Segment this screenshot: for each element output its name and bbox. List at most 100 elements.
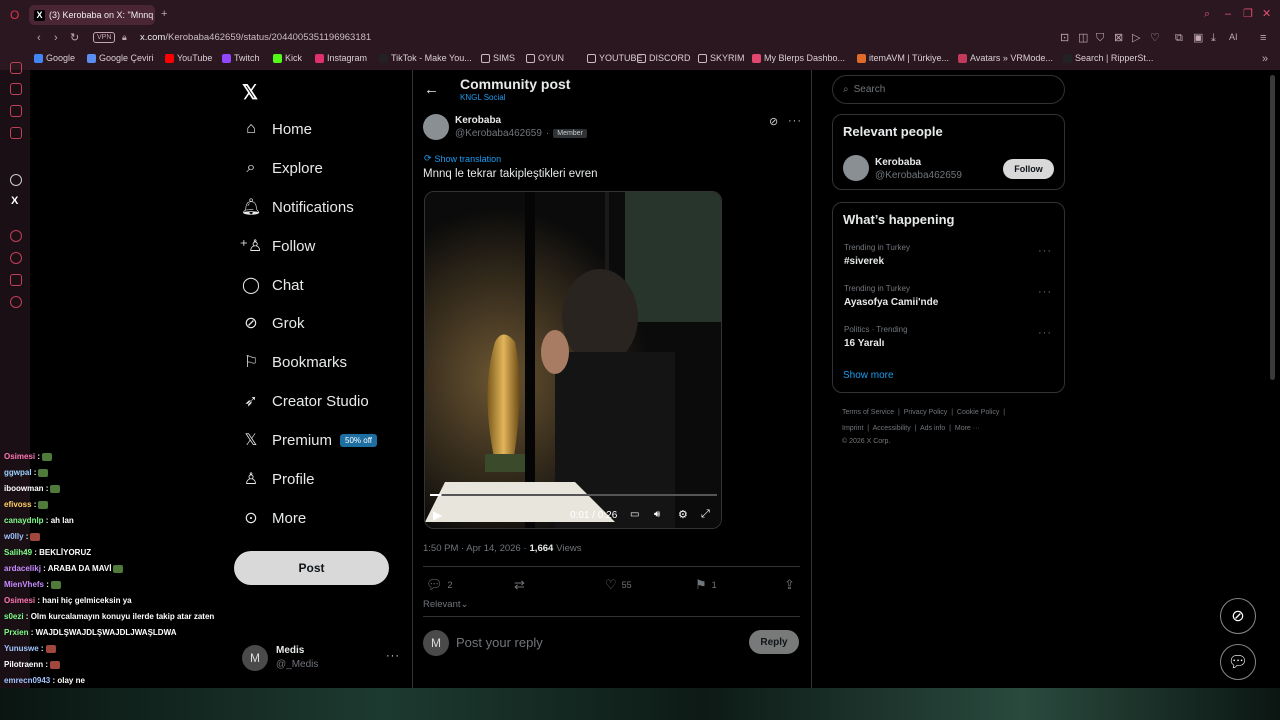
post-timestamp[interactable]: 1:50 PM · Apr 14, 2026 ·: [423, 543, 527, 554]
minimize-icon[interactable]: –: [1225, 9, 1231, 20]
video-player[interactable]: ▶ 0:01 / 0:26 ▭ 🔊︎ ⚙ ⤢: [424, 191, 722, 529]
opera-logo-icon[interactable]: O: [10, 9, 19, 21]
x-logo-icon[interactable]: 𝕏: [242, 80, 258, 105]
sidebar-app-icon[interactable]: [10, 127, 22, 139]
bookmark-item[interactable]: Search | RipperSt...: [1063, 53, 1153, 63]
avatar[interactable]: M: [242, 645, 268, 671]
bookmark-action[interactable]: ⚑ 1: [695, 577, 717, 593]
show-translation-link[interactable]: ⟳ Show translation: [424, 153, 501, 164]
nav-item-creator-studio[interactable]: ➶ Creator Studio: [242, 389, 368, 413]
video-progress-fill[interactable]: [430, 494, 442, 496]
share-action[interactable]: ⇪: [784, 577, 795, 593]
post-more-icon[interactable]: ···: [788, 115, 802, 127]
settings-icon[interactable]: [10, 296, 22, 308]
footer-more-link[interactable]: More ···: [955, 425, 980, 432]
url-field[interactable]: x.com/Kerobaba462659/status/204400535119…: [140, 32, 371, 43]
page-scrollbar[interactable]: [1270, 75, 1275, 380]
chatgpt-icon[interactable]: [10, 174, 22, 186]
nav-item-notifications[interactable]: 🔔︎ Notifications: [241, 195, 354, 219]
like-action[interactable]: ♡ 55: [605, 577, 632, 593]
reply-input[interactable]: Post your reply: [456, 635, 543, 650]
bookmark-item[interactable]: YouTube: [165, 53, 212, 63]
search-input[interactable]: Search: [854, 84, 886, 95]
bookmark-item[interactable]: Google: [34, 53, 75, 63]
bookmark-item[interactable]: Avatars » VRMode...: [958, 53, 1053, 63]
trend-item[interactable]: Trending in Turkey Ayasofya Camii'nde: [844, 284, 938, 308]
post-button[interactable]: Post: [234, 551, 389, 585]
author-handle[interactable]: @Kerobaba462659: [455, 128, 542, 139]
bookmark-item[interactable]: itemAVM | Türkiye...: [857, 53, 949, 63]
extension-icon[interactable]: ⊡: [1060, 33, 1069, 44]
nav-item-more[interactable]: ⊙ More: [242, 506, 306, 530]
bookmark-item[interactable]: SKYRIM: [698, 53, 745, 63]
new-tab-icon[interactable]: +: [161, 9, 167, 20]
author-name[interactable]: Kerobaba: [455, 115, 501, 126]
wallet-icon[interactable]: ▣: [1193, 33, 1203, 44]
account-more-icon[interactable]: ···: [386, 650, 400, 662]
bookmarks-overflow-icon[interactable]: »: [1262, 54, 1268, 65]
nav-item-grok[interactable]: ⊘ Grok: [242, 311, 304, 335]
search-bar[interactable]: ⌕ Search: [832, 75, 1065, 104]
bookmark-item[interactable]: YOUTUBE: [587, 53, 643, 63]
bookmark-item[interactable]: Google Çeviri: [87, 53, 154, 63]
shield-icon[interactable]: ⛉: [1096, 33, 1104, 44]
nav-item-explore[interactable]: ⌕ Explore: [242, 156, 323, 180]
terms-link[interactable]: Terms of Service: [842, 409, 894, 416]
bookmark-item[interactable]: Kick: [273, 53, 302, 63]
sidebar-app-icon[interactable]: [10, 83, 22, 95]
cookie-link[interactable]: Cookie Policy: [957, 409, 999, 416]
history-icon[interactable]: [10, 252, 22, 264]
bookmark-item[interactable]: DISCORD: [637, 53, 691, 63]
sidebar-app-icon[interactable]: [10, 274, 22, 286]
screenshot-icon[interactable]: ⊠: [1114, 33, 1123, 44]
sidebar-app-icon[interactable]: [10, 105, 22, 117]
accessibility-link[interactable]: Accessibility: [873, 425, 911, 432]
chat-float-button[interactable]: 💬︎: [1220, 644, 1256, 680]
volume-icon[interactable]: 🔊︎: [654, 509, 660, 520]
play-icon[interactable]: ▶: [433, 508, 442, 522]
bookmark-item[interactable]: TikTok - Make You...: [379, 53, 472, 63]
privacy-link[interactable]: Privacy Policy: [904, 409, 948, 416]
trend-item[interactable]: Trending in Turkey #siverek: [844, 243, 910, 267]
puzzle-icon[interactable]: ⧉: [1175, 33, 1183, 44]
browser-tab[interactable]: X (3) Kerobaba on X: "Mnnq: [29, 5, 155, 25]
show-more-link[interactable]: Show more: [843, 370, 894, 381]
author-avatar[interactable]: [423, 114, 449, 140]
vpn-badge[interactable]: VPN: [93, 32, 116, 43]
play-icon[interactable]: ▷: [1132, 33, 1140, 44]
reply-sort-dropdown[interactable]: Relevant⌄: [423, 599, 468, 610]
trend-item[interactable]: Politics · Trending 16 Yaralı: [844, 325, 908, 349]
close-icon[interactable]: ✕: [1262, 9, 1271, 20]
trend-more-icon[interactable]: ···: [1038, 327, 1052, 339]
forward-icon[interactable]: ›: [54, 33, 58, 44]
grok-icon[interactable]: ⊘: [769, 115, 778, 128]
sidebar-app-icon[interactable]: [10, 62, 22, 74]
captions-icon[interactable]: ▭: [630, 509, 639, 520]
heart-icon[interactable]: ♡: [1150, 33, 1160, 44]
community-name[interactable]: KNGL Social: [460, 93, 506, 102]
nav-item-profile[interactable]: ♙ Profile: [242, 467, 315, 491]
person-name[interactable]: Kerobaba: [875, 157, 921, 168]
maximize-icon[interactable]: ❐: [1243, 9, 1253, 20]
grok-float-button[interactable]: ⊘: [1220, 598, 1256, 634]
bookmark-item[interactable]: Twitch: [222, 53, 260, 63]
x-app-icon[interactable]: X: [11, 196, 18, 207]
nav-item-premium[interactable]: 𝕏 Premium 50% off: [242, 428, 377, 452]
account-name[interactable]: Medis: [276, 645, 304, 656]
ads-info-link[interactable]: Ads info: [920, 425, 945, 432]
nav-item-home[interactable]: ⌂ Home: [242, 117, 312, 141]
extension-icon[interactable]: ◫: [1078, 33, 1088, 44]
bookmark-item[interactable]: My Blerps Dashbo...: [752, 53, 845, 63]
reload-icon[interactable]: ↻: [70, 33, 79, 44]
trend-more-icon[interactable]: ···: [1038, 245, 1052, 257]
nav-item-chat[interactable]: ◯ Chat: [242, 273, 304, 297]
lock-icon[interactable]: 🔒︎: [122, 33, 127, 42]
ai-button[interactable]: AI: [1229, 32, 1238, 42]
fullscreen-icon[interactable]: ⤢: [701, 508, 710, 521]
imprint-link[interactable]: Imprint: [842, 425, 863, 432]
reply-action[interactable]: 💬︎ 2: [426, 577, 453, 593]
bookmark-item[interactable]: OYUN: [526, 53, 564, 63]
settings-icon[interactable]: ⚙: [678, 508, 688, 521]
menu-icon[interactable]: ≡: [1260, 33, 1266, 44]
download-icon[interactable]: ⤓: [1211, 33, 1216, 44]
